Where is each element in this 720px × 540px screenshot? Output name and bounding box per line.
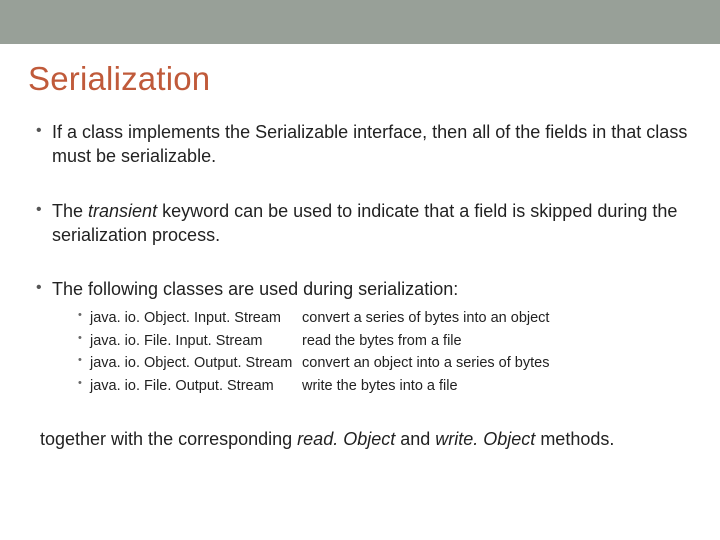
class-desc-4: write the bytes into a file: [302, 375, 692, 397]
class-name-3: java. io. Object. Output. Stream: [90, 352, 302, 374]
write-object: write. Object: [435, 429, 535, 449]
class-desc-1: convert a series of bytes into an object: [302, 307, 692, 329]
trailer-text: together with the corresponding read. Ob…: [28, 427, 692, 451]
sub-bullet-3: java. io. Object. Output. Stream convert…: [78, 352, 692, 374]
class-name-4: java. io. File. Output. Stream: [90, 375, 302, 397]
trailer-pre: together with the corresponding: [40, 429, 297, 449]
bullet-2-pre: The: [52, 201, 88, 221]
class-desc-3: convert an object into a series of bytes: [302, 352, 692, 374]
sub-bullet-2: java. io. File. Input. Stream read the b…: [78, 330, 692, 352]
bullet-1: If a class implements the Serializable i…: [36, 120, 692, 169]
bullet-3: The following classes are used during se…: [36, 277, 692, 397]
transient-keyword: transient: [88, 201, 157, 221]
sub-bullet-1: java. io. Object. Input. Stream convert …: [78, 307, 692, 329]
class-name-1: java. io. Object. Input. Stream: [90, 307, 302, 329]
header-bar: [0, 0, 720, 44]
slide-content: Serialization If a class implements the …: [0, 44, 720, 452]
trailer-post: methods.: [535, 429, 614, 449]
slide-title: Serialization: [28, 60, 692, 98]
sub-bullet-4: java. io. File. Output. Stream write the…: [78, 375, 692, 397]
bullet-2: The transient keyword can be used to ind…: [36, 199, 692, 248]
class-name-2: java. io. File. Input. Stream: [90, 330, 302, 352]
read-object: read. Object: [297, 429, 395, 449]
main-bullet-list: If a class implements the Serializable i…: [28, 120, 692, 397]
class-desc-2: read the bytes from a file: [302, 330, 692, 352]
bullet-3-text: The following classes are used during se…: [52, 279, 458, 299]
sub-bullet-list: java. io. Object. Input. Stream convert …: [52, 307, 692, 397]
trailer-mid: and: [395, 429, 435, 449]
